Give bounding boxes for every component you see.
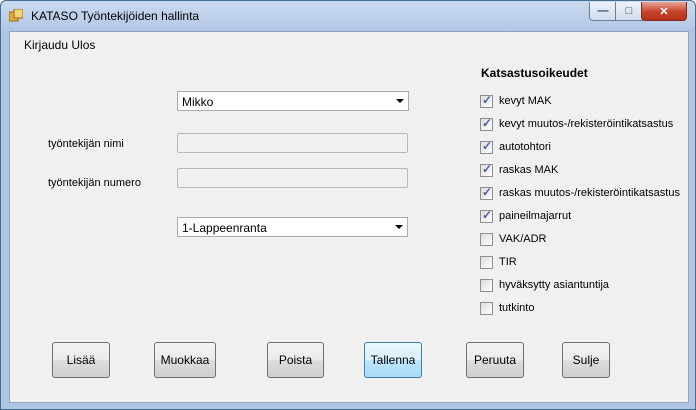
check-icon: ✓: [482, 115, 493, 130]
permission-checkbox[interactable]: ✓: [480, 115, 493, 131]
employee-name-field[interactable]: [177, 133, 408, 153]
permission-item[interactable]: ✓ paineilmajarrut: [480, 208, 571, 224]
permission-item[interactable]: hyväksytty asiantuntija: [480, 277, 609, 293]
employee-select[interactable]: Mikko: [177, 91, 409, 111]
permissions-title: Katsastusoikeudet: [481, 66, 588, 80]
minimize-icon: —: [597, 5, 609, 17]
permission-label: kevyt MAK: [499, 95, 552, 107]
permission-item[interactable]: TIR: [480, 254, 517, 270]
permission-checkbox[interactable]: [480, 232, 493, 246]
permission-label: hyväksytty asiantuntija: [499, 279, 610, 291]
permission-item[interactable]: ✓ kevyt muutos-/rekisteröintikatsastus: [480, 116, 673, 132]
permission-item[interactable]: ✓ raskas MAK: [480, 162, 558, 178]
employee-name-label: työntekijän nimi: [48, 138, 124, 150]
permission-label: raskas muutos-/rekisteröintikatsastus: [499, 187, 680, 199]
close-window-button[interactable]: ✕: [641, 2, 687, 21]
permission-item[interactable]: VAK/ADR: [480, 231, 546, 247]
location-select-value: 1-Lappeenranta: [182, 221, 267, 235]
location-select[interactable]: 1-Lappeenranta: [177, 217, 408, 237]
title-bar[interactable]: KATASO Työntekijöiden hallinta — □ ✕: [1, 1, 695, 31]
permission-item[interactable]: tutkinto: [480, 300, 534, 316]
close-icon: ✕: [659, 5, 669, 18]
menu-item-logout[interactable]: Kirjaudu Ulos: [24, 38, 95, 52]
menu-bar: Kirjaudu Ulos: [10, 32, 688, 56]
permission-checkbox[interactable]: [480, 301, 493, 315]
maximize-button[interactable]: □: [615, 2, 643, 21]
permission-label: TIR: [499, 256, 517, 268]
edit-button[interactable]: Muokkaa: [154, 342, 216, 378]
window-title: KATASO Työntekijöiden hallinta: [31, 9, 200, 23]
check-icon: ✓: [482, 92, 493, 107]
permission-checkbox[interactable]: ✓: [480, 207, 493, 223]
cancel-button[interactable]: Peruuta: [466, 342, 524, 378]
employee-select-value: Mikko: [182, 95, 214, 109]
maximize-icon: □: [625, 5, 633, 17]
permission-checkbox[interactable]: ✓: [480, 161, 493, 177]
delete-button[interactable]: Poista: [267, 342, 324, 378]
app-window-icon: [9, 9, 23, 22]
permission-label: VAK/ADR: [499, 233, 547, 245]
check-icon: ✓: [482, 161, 493, 176]
permission-item[interactable]: ✓ kevyt MAK: [480, 93, 552, 109]
permission-checkbox[interactable]: [480, 255, 493, 269]
app-window: KATASO Työntekijöiden hallinta — □ ✕ Kir…: [0, 0, 696, 410]
employee-number-field[interactable]: [177, 168, 408, 188]
permission-label: paineilmajarrut: [499, 210, 572, 222]
add-button[interactable]: Lisää: [52, 342, 110, 378]
check-icon: ✓: [482, 207, 493, 222]
permission-item[interactable]: ✓ autotohtori: [480, 139, 551, 155]
permission-label: autotohtori: [499, 141, 551, 153]
permission-checkbox[interactable]: ✓: [480, 92, 493, 108]
chevron-down-icon: [395, 225, 403, 229]
permission-checkbox[interactable]: [480, 278, 493, 292]
permission-checkbox[interactable]: ✓: [480, 184, 493, 200]
permission-label: raskas MAK: [499, 164, 559, 176]
permission-label: kevyt muutos-/rekisteröintikatsastus: [499, 118, 674, 130]
minimize-button[interactable]: —: [589, 2, 617, 21]
close-button[interactable]: Sulje: [562, 342, 610, 378]
check-icon: ✓: [482, 138, 493, 153]
permission-label: tutkinto: [499, 302, 535, 314]
check-icon: ✓: [482, 184, 493, 199]
form-client-area: Kirjaudu Ulos Mikko työntekijän nimi työ…: [9, 31, 689, 403]
save-button[interactable]: Tallenna: [364, 342, 422, 378]
employee-number-label: työntekijän numero: [48, 177, 141, 189]
permission-checkbox[interactable]: ✓: [480, 138, 493, 154]
permission-item[interactable]: ✓ raskas muutos-/rekisteröintikatsastus: [480, 185, 680, 201]
chevron-down-icon: [396, 99, 404, 103]
